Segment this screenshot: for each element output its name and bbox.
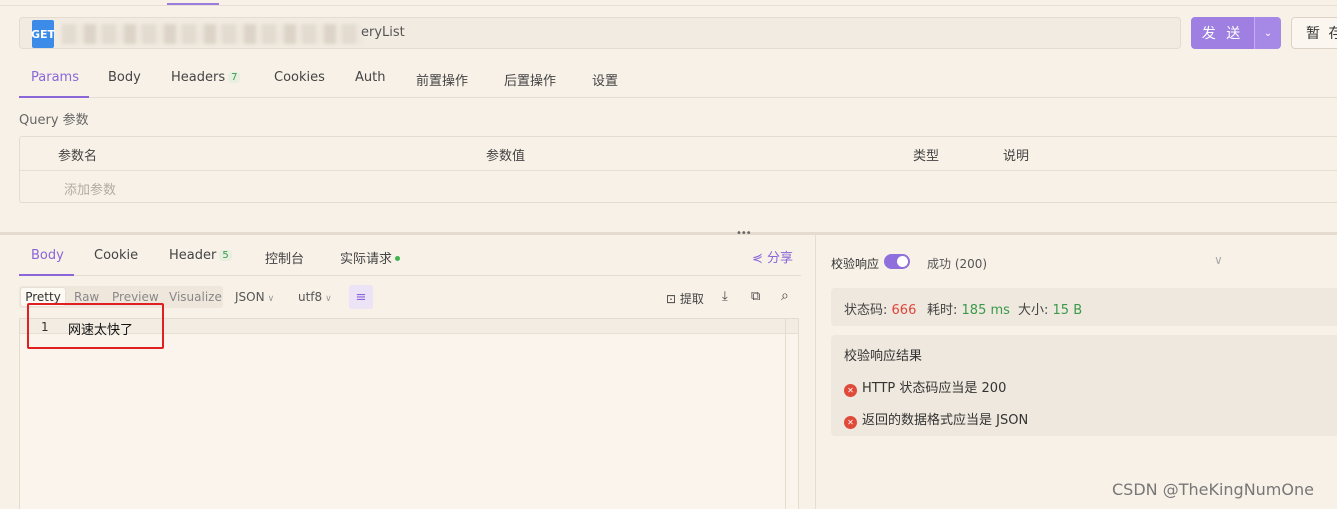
chevron-down-icon: ∨ <box>325 294 332 304</box>
response-header-count-badge: 5 <box>219 250 232 261</box>
download-icon[interactable]: ⤓ <box>722 289 728 304</box>
word-wrap-button[interactable]: ≡ <box>349 285 373 309</box>
tab-post-operations[interactable]: 后置操作 <box>504 70 556 89</box>
send-dropdown-button[interactable]: ⌄ <box>1254 17 1281 49</box>
wrap-lines-icon: ≡ <box>355 289 367 305</box>
tab-body[interactable]: Body <box>108 70 141 85</box>
watermark: CSDN @TheKingNumOne <box>1112 480 1314 499</box>
request-tabs-divider <box>19 97 1337 98</box>
chevron-down-icon[interactable]: ∨ <box>1214 253 1223 267</box>
column-header-type: 类型 <box>913 149 940 164</box>
panel-divider <box>815 235 816 509</box>
copy-icon[interactable]: ⧉ <box>751 289 760 304</box>
tab-params[interactable]: Params <box>31 70 79 85</box>
response-tab-actual-request[interactable]: 实际请求 <box>340 248 401 267</box>
tab-auth[interactable]: Auth <box>355 70 385 85</box>
format-visualize-button[interactable]: Visualize <box>169 290 222 304</box>
response-tab-cookie[interactable]: Cookie <box>94 248 138 263</box>
status-dot-icon <box>395 256 401 261</box>
add-param-input[interactable]: 添加参数 <box>64 179 116 198</box>
verify-status-text: 成功 (200) <box>927 257 988 271</box>
chevron-down-icon: ∨ <box>267 294 275 304</box>
verify-response-toggle[interactable] <box>884 254 910 269</box>
save-button[interactable]: 暂 存 <box>1291 17 1337 49</box>
tab-settings[interactable]: 设置 <box>592 70 618 89</box>
share-button[interactable]: ⋞ 分享 <box>752 247 793 266</box>
validation-results: 校验响应结果 ✕ HTTP 状态码应当是 200 ✕ 返回的数据格式应当是 JSON <box>831 335 1337 436</box>
response-tab-body[interactable]: Body <box>31 248 64 263</box>
validation-result-item: ✕ 返回的数据格式应当是 JSON <box>844 409 1028 429</box>
tab-pre-operations[interactable]: 前置操作 <box>416 70 468 89</box>
column-header-value: 参数值 <box>486 149 526 164</box>
top-tab-active-indicator <box>167 3 219 5</box>
toggle-knob <box>897 256 908 267</box>
url-bar[interactable]: GET eryList <box>19 17 1181 49</box>
send-button[interactable]: 发 送 <box>1191 17 1254 49</box>
column-header-name: 参数名 <box>58 149 98 164</box>
method-badge[interactable]: GET <box>31 20 55 48</box>
verify-response-label: 校验响应 <box>831 257 880 271</box>
status-code-stat: 状态码: 666 <box>844 303 917 318</box>
validation-result-item: ✕ HTTP 状态码应当是 200 <box>844 377 1006 397</box>
editor-scrollbar[interactable] <box>785 319 799 509</box>
table-header-divider <box>20 170 1337 171</box>
query-section-label: Query 参数 <box>19 113 89 128</box>
response-tab-active-indicator <box>19 274 74 276</box>
annotation-highlight-box <box>27 303 164 349</box>
tab-headers[interactable]: Headers 7 <box>171 70 241 85</box>
validation-results-title: 校验响应结果 <box>844 349 923 364</box>
response-tabs-divider <box>19 275 801 276</box>
extract-button[interactable]: ⊡ 提取 <box>666 290 704 307</box>
encoding-select[interactable]: utf8 ∨ <box>298 290 332 304</box>
share-icon: ⋞ <box>752 251 763 266</box>
drag-handle-icon[interactable]: ••• <box>736 228 752 239</box>
request-tab-active-indicator <box>19 96 89 98</box>
url-blurred-section <box>62 24 362 44</box>
headers-count-badge: 7 <box>228 72 241 83</box>
format-raw-button[interactable]: Raw <box>74 290 99 304</box>
response-tab-console[interactable]: 控制台 <box>265 248 304 267</box>
error-icon: ✕ <box>844 384 857 397</box>
chevron-down-icon: ⌄ <box>1263 27 1273 39</box>
format-select[interactable]: JSON ∨ <box>235 290 274 304</box>
query-params-table: 参数名 参数值 类型 说明 添加参数 <box>19 136 1337 203</box>
response-tab-header[interactable]: Header 5 <box>169 248 232 263</box>
url-input[interactable]: eryList <box>361 25 405 40</box>
search-icon[interactable]: ⌕ <box>781 288 789 304</box>
time-stat: 耗时: 185 ms <box>927 303 1010 318</box>
size-stat: 大小: 15 B <box>1018 303 1083 318</box>
error-icon: ✕ <box>844 416 857 429</box>
column-header-description: 说明 <box>1003 149 1030 164</box>
extract-icon: ⊡ <box>666 292 677 306</box>
pane-splitter[interactable] <box>0 232 1337 235</box>
response-stats: 状态码: 666 耗时: 185 ms 大小: 15 B <box>831 288 1337 326</box>
tab-cookies[interactable]: Cookies <box>274 70 325 85</box>
format-preview-button[interactable]: Preview <box>112 290 159 304</box>
